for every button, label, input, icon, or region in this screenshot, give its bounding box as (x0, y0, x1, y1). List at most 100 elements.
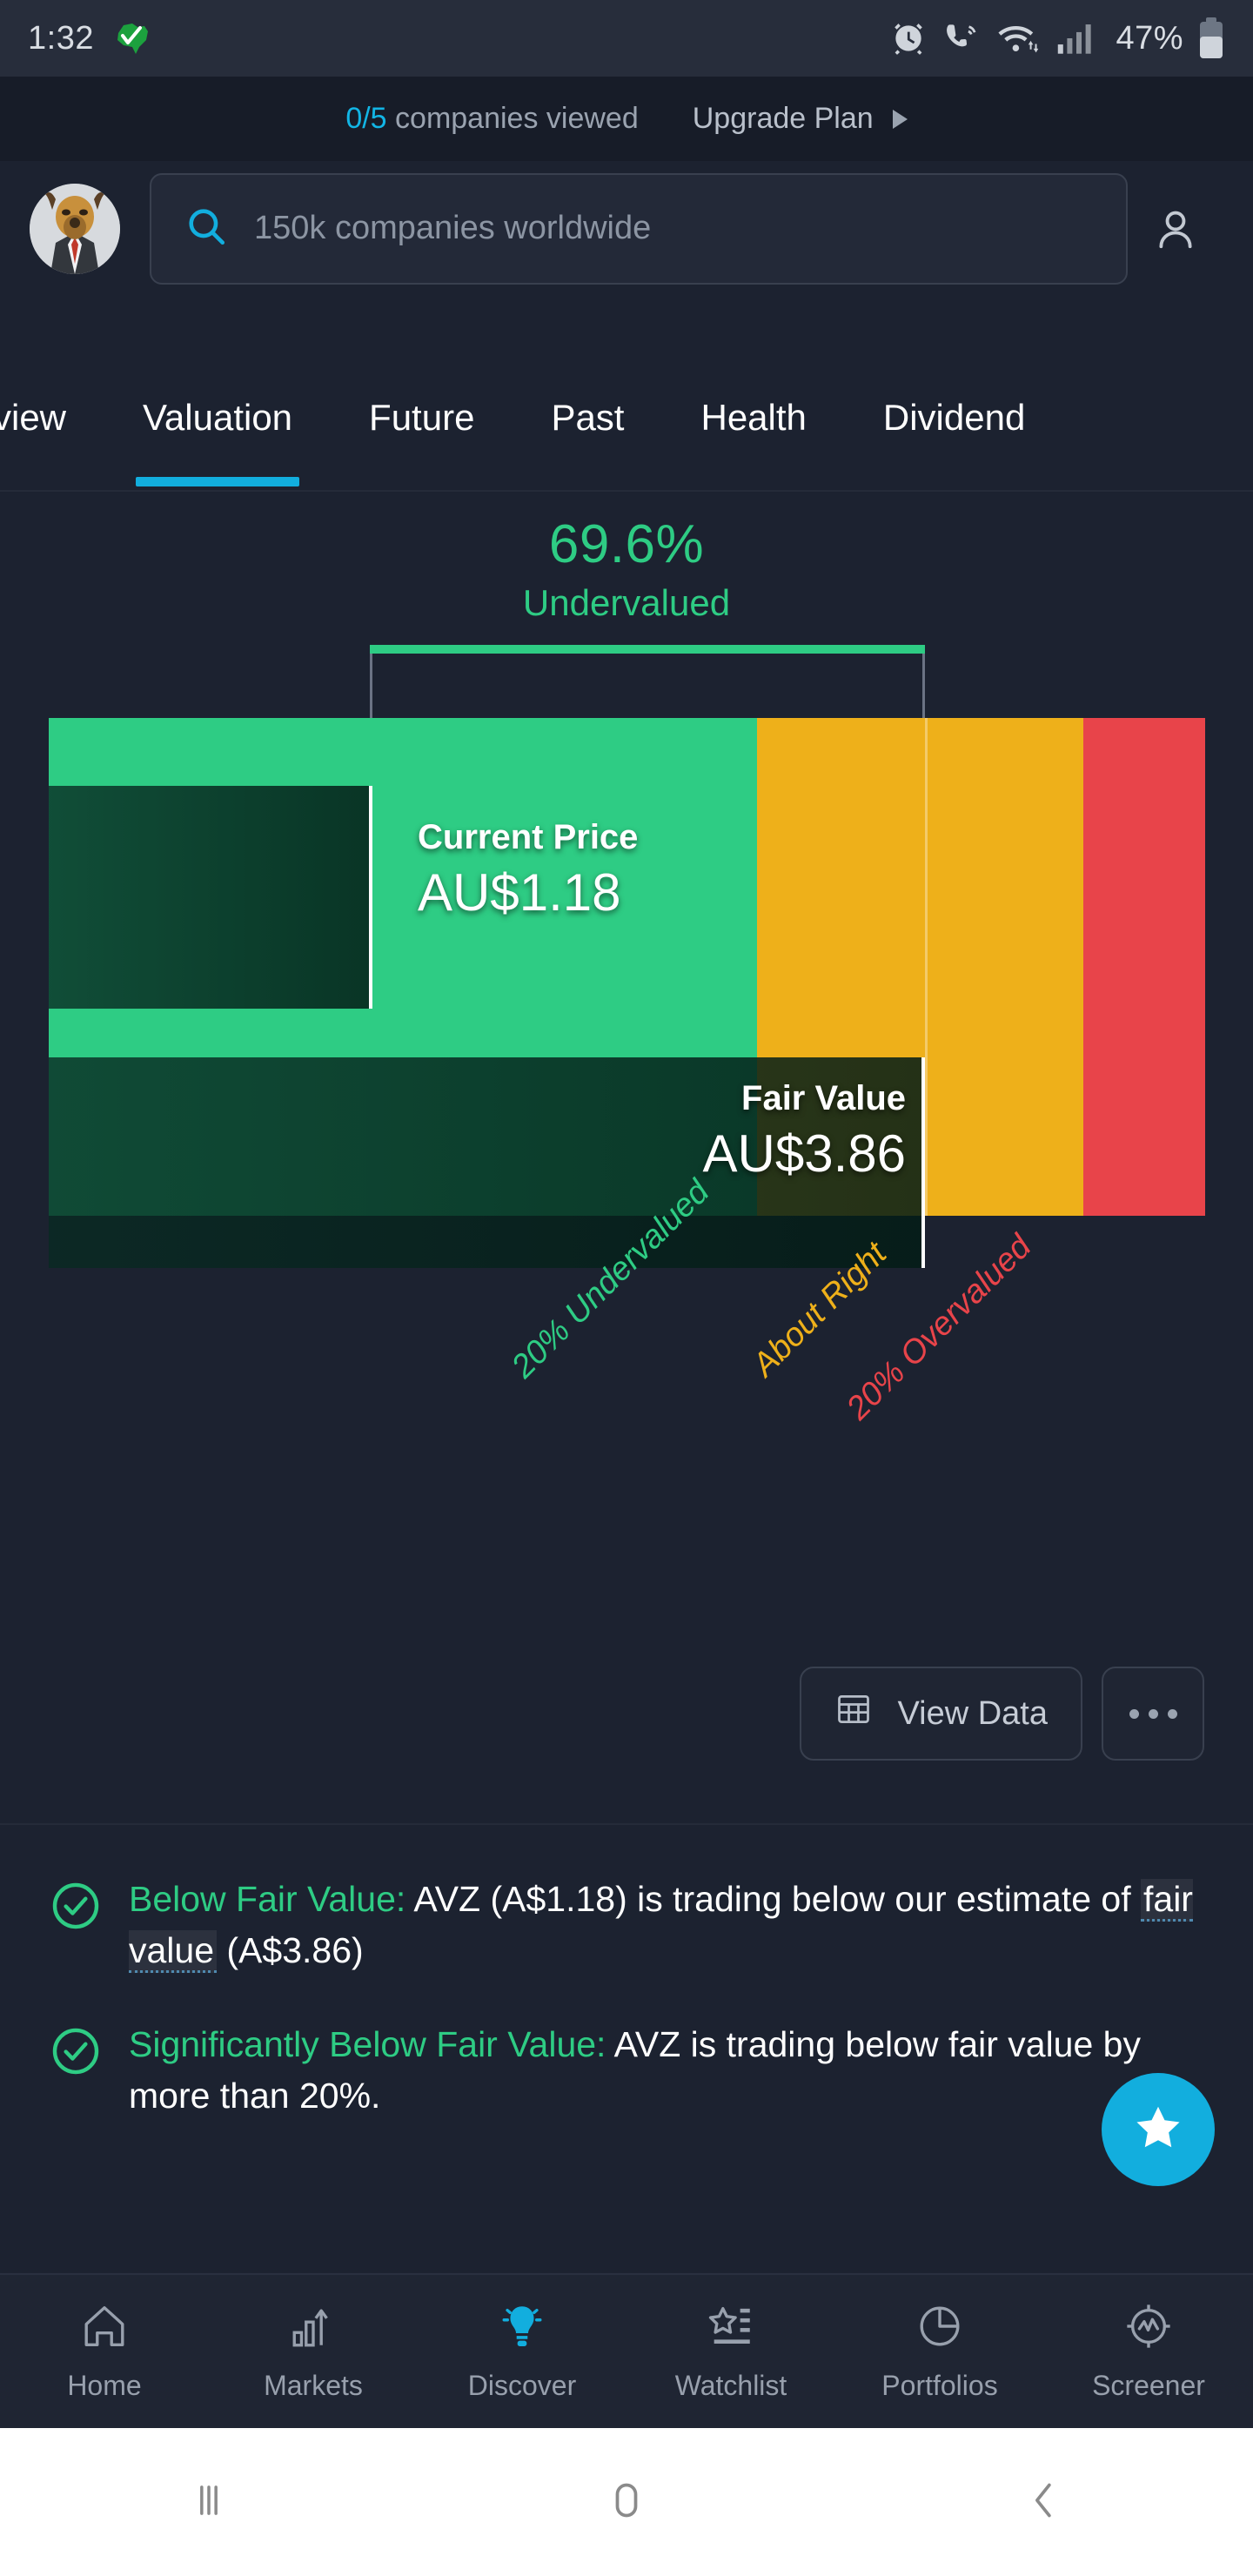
australia-map-tick-icon (113, 21, 151, 56)
view-data-label: View Data (897, 1694, 1048, 1732)
nav-item-discover[interactable]: Discover (418, 2301, 626, 2402)
current-price-value: AU$1.18 (418, 863, 621, 922)
view-data-button[interactable]: View Data (800, 1667, 1082, 1761)
tab-dividend[interactable]: Dividend (845, 344, 1063, 490)
check-text: Significantly Below Fair Value: AVZ is t… (129, 2019, 1204, 2123)
undervalued-verdict: Undervalued (522, 582, 731, 623)
current-price-bar-fill (49, 786, 372, 1009)
star-list-icon (706, 2301, 756, 2356)
tab-dividend-label: Dividend (882, 397, 1026, 438)
companies-viewed-count: 0/5 (345, 102, 387, 135)
search-input[interactable]: 150k companies worldwide (254, 210, 651, 247)
search-icon (184, 205, 228, 252)
system-navigation-bar[interactable] (0, 2428, 1253, 2576)
check-item-below-fair-value[interactable]: Below Fair Value: AVZ (A$1.18) is tradin… (49, 1874, 1204, 1977)
chart-actions: View Data (800, 1667, 1204, 1761)
discount-bracket (370, 645, 925, 719)
tab-valuation[interactable]: Valuation (104, 344, 331, 490)
tab-valuation-label: Valuation (143, 397, 293, 438)
tab-health[interactable]: Health (662, 344, 844, 490)
home-button[interactable] (418, 2476, 835, 2529)
bracket-top-line (370, 645, 925, 654)
bar-chart-arrow-icon (288, 2301, 338, 2356)
status-bar: 1:32 47% (0, 0, 1253, 77)
check-item-significantly-below-fair-value[interactable]: Significantly Below Fair Value: AVZ is t… (49, 2019, 1204, 2123)
check-highlight: Below Fair Value: (129, 1879, 406, 1919)
current-price-bar-edge (369, 786, 372, 1009)
chart-axis-labels: 20% Undervalued About Right 20% Overvalu… (0, 1173, 1253, 1488)
check-body-b: (A$3.86) (217, 1930, 364, 1971)
current-price-label: Current Price AU$1.18 (418, 818, 638, 922)
companies-viewed-counter: 0/5 companies viewed (345, 102, 638, 136)
tab-future[interactable]: Future (331, 344, 513, 490)
add-to-watchlist-fab[interactable] (1102, 2073, 1215, 2186)
person-icon[interactable] (1128, 205, 1223, 252)
upgrade-plan-label: Upgrade Plan (692, 102, 874, 135)
check-highlight: Significantly Below Fair Value: (129, 2023, 606, 2064)
nav-item-screener[interactable]: Screener (1044, 2301, 1253, 2402)
back-button[interactable] (835, 2476, 1253, 2529)
bracket-right-leg (922, 654, 925, 719)
app-header: 150k companies worldwide (0, 161, 1253, 296)
section-tabs[interactable]: rview Valuation Future Past Health Divid… (0, 344, 1253, 492)
current-price-caption: Current Price (418, 818, 639, 856)
undervalued-summary: 69.6% Undervalued (0, 513, 1253, 624)
current-price-bar[interactable] (49, 786, 372, 1009)
companies-viewed-suffix: companies viewed (386, 102, 639, 135)
home-icon (79, 2301, 130, 2356)
nav-item-portfolios[interactable]: Portfolios (835, 2301, 1044, 2402)
undervalued-percent: 69.6% (548, 514, 705, 574)
bracket-left-leg (370, 654, 372, 719)
check-circle-icon (49, 2024, 103, 2083)
fair-value-label: Fair Value AU$3.86 (49, 1079, 925, 1184)
status-bar-icons: 47% (889, 17, 1225, 59)
play-triangle-icon (892, 109, 908, 129)
wifi-calling-icon (941, 19, 982, 57)
star-icon (1131, 2101, 1185, 2159)
recents-button[interactable] (0, 2476, 418, 2529)
nav-item-watchlist-label: Watchlist (674, 2370, 787, 2401)
more-options-button[interactable] (1102, 1667, 1204, 1761)
tab-overview[interactable]: rview (0, 344, 104, 490)
nav-item-home[interactable]: Home (0, 2301, 209, 2402)
signal-bars-icon (1056, 19, 1096, 57)
pie-chart-icon (915, 2301, 965, 2356)
zone-divider (925, 718, 928, 1216)
bottom-navigation[interactable]: Home Markets Discover Watchlist Portfoli… (0, 2273, 1253, 2428)
lightbulb-icon (497, 2301, 547, 2356)
tab-past-label: Past (551, 397, 625, 438)
battery-icon (1197, 17, 1225, 59)
fair-value-value: AU$3.86 (702, 1124, 907, 1183)
tab-future-label: Future (369, 397, 475, 438)
battery-percent: 47% (1116, 19, 1183, 57)
upgrade-plan-button[interactable]: Upgrade Plan (693, 102, 908, 136)
tab-past[interactable]: Past (513, 344, 662, 490)
search-bar[interactable]: 150k companies worldwide (150, 172, 1128, 285)
back-chevron-icon (1020, 2476, 1069, 2529)
status-bar-time: 1:32 (28, 19, 94, 57)
nav-item-markets[interactable]: Markets (209, 2301, 418, 2402)
fair-value-label-holder: Fair Value AU$3.86 (49, 1079, 925, 1184)
valuation-checklist: Below Fair Value: AVZ (A$1.18) is tradin… (0, 1823, 1253, 2164)
app-root: 1:32 47% 0/5 companies viewed Upgrade Pl… (0, 0, 1253, 2576)
nav-item-screener-label: Screener (1092, 2370, 1205, 2401)
nav-item-portfolios-label: Portfolios (881, 2370, 998, 2401)
ellipsis-icon (1129, 1708, 1177, 1719)
wifi-icon (995, 19, 1042, 57)
recents-icon (184, 2476, 233, 2529)
upgrade-banner[interactable]: 0/5 companies viewed Upgrade Plan (0, 77, 1253, 161)
compass-chart-icon (1123, 2301, 1174, 2356)
check-circle-icon (49, 1879, 103, 1937)
check-body-a: AVZ (A$1.18) is trading below our estima… (405, 1879, 1141, 1919)
fair-value-caption: Fair Value (741, 1079, 906, 1117)
axis-label-about-right: About Right (746, 1235, 895, 1384)
nav-item-discover-label: Discover (467, 2370, 577, 2401)
alarm-clock-icon (889, 19, 928, 57)
check-text: Below Fair Value: AVZ (A$1.18) is tradin… (129, 1874, 1204, 1977)
bull-mascot-avatar[interactable] (30, 183, 120, 274)
tab-health-label: Health (700, 397, 807, 438)
tab-underline (136, 477, 300, 486)
table-grid-icon (834, 1690, 873, 1737)
nav-item-watchlist[interactable]: Watchlist (626, 2301, 835, 2402)
valuation-chart: 69.6% Undervalued Current Price AU$1.18 (0, 492, 1253, 1597)
